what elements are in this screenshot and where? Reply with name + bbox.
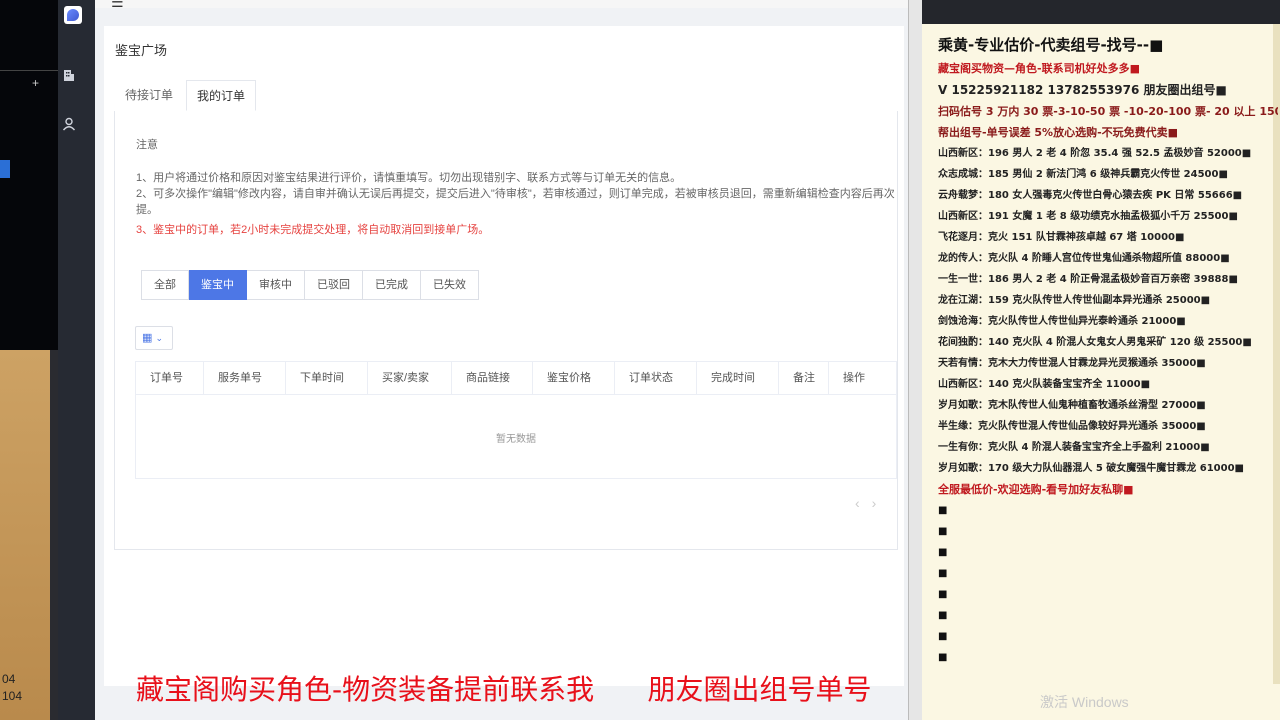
ad-line: 剑蚀沧海：克火队传世人传世仙异光泰岭通杀 21000■ bbox=[938, 316, 1186, 327]
notice-line-3: 3、鉴宝中的订单，若2小时未完成提交处理，将自动取消回到接单广场。 bbox=[136, 224, 490, 236]
ad-line: ■ bbox=[938, 631, 948, 642]
column-service-no[interactable]: 服务单号 bbox=[204, 362, 286, 394]
ad-line: 藏宝阁买物资—角色-联系司机好处多多■ bbox=[938, 62, 1140, 75]
empty-table-text: 暂无数据 bbox=[496, 434, 536, 445]
ad-panel-top-bar bbox=[922, 0, 1280, 24]
ad-line: ■ bbox=[938, 505, 948, 516]
ad-line: ■ bbox=[938, 547, 948, 558]
column-remark[interactable]: 备注 bbox=[779, 362, 829, 394]
notice-line-2: 2、可多次操作"编辑"修改内容，请自审并确认无误后再提交，提交后进入"待审核"，… bbox=[136, 188, 895, 216]
app-sidebar bbox=[58, 0, 95, 720]
notice-title: 注意 bbox=[136, 139, 158, 151]
column-buyer-seller[interactable]: 买家/卖家 bbox=[368, 362, 452, 394]
chevron-down-icon: ⌄ bbox=[155, 333, 164, 343]
next-page-icon[interactable]: › bbox=[872, 495, 889, 511]
left-blue-block bbox=[0, 160, 10, 178]
filter-appraising-button[interactable]: 鉴宝中 bbox=[189, 270, 247, 300]
ad-line: ■ bbox=[938, 526, 948, 537]
column-select-dropdown[interactable]: ▦ ⌄ bbox=[135, 326, 173, 350]
pagination: ‹› bbox=[855, 495, 888, 511]
column-item-link[interactable]: 商品链接 bbox=[452, 362, 533, 394]
ad-line: 众志成城：185 男仙 2 新法门鸿 6 级神兵霸克火传世 24500■ bbox=[938, 169, 1228, 180]
ad-line: 天若有情：克木大力传世混人甘霖龙异光灵猴通杀 35000■ bbox=[938, 358, 1206, 369]
grid-icon: ▦ bbox=[142, 332, 153, 344]
ad-line: 龙在江湖：159 克火队传世人传世仙副本异光通杀 25000■ bbox=[938, 295, 1211, 306]
filter-expired-button[interactable]: 已失效 bbox=[421, 270, 479, 300]
notice-line-1: 1、用户将通过价格和原因对鉴宝结果进行评价，请慎重填写。切勿出现错别字、联系方式… bbox=[136, 172, 682, 184]
left-number-1: 04 bbox=[2, 672, 16, 686]
ad-line: 扫码估号 3 万内 30 票-3-10-50 票 -10-20-100 票- 2… bbox=[938, 105, 1278, 118]
filter-all-button[interactable]: 全部 bbox=[141, 270, 189, 300]
column-order-time[interactable]: 下单时间 bbox=[286, 362, 368, 394]
column-order-no[interactable]: 订单号 bbox=[136, 362, 204, 394]
left-divider bbox=[0, 70, 58, 71]
filter-completed-button[interactable]: 已完成 bbox=[363, 270, 421, 300]
left-plus-icon: + bbox=[32, 76, 40, 90]
column-order-status[interactable]: 订单状态 bbox=[615, 362, 697, 394]
ad-line: 一生一世：186 男人 2 老 4 阶正骨混孟极妙音百万亲密 39888■ bbox=[938, 274, 1238, 285]
ad-line: V 15225921182 13782553976 朋友圈出组号■ bbox=[938, 83, 1227, 97]
ad-line: 岁月如歌：克木队传世人仙鬼种植畜牧通杀丝滑型 27000■ bbox=[938, 400, 1206, 411]
ad-line: 花间独酌：140 克火队 4 阶混人女鬼女人男鬼采矿 120 级 25500■ bbox=[938, 337, 1252, 348]
column-action[interactable]: 操作 bbox=[829, 362, 896, 394]
ad-line: 乘黄-专业估价-代卖组号-找号--■ bbox=[938, 36, 1164, 54]
ad-line: 帮出组号-单号误差 5%放心选购-不玩免费代卖■ bbox=[938, 126, 1179, 139]
left-wood-background bbox=[0, 350, 50, 720]
ad-line: 山西新区：191 女魔 1 老 8 级功绩克水抽孟极狐小千万 25500■ bbox=[938, 211, 1238, 222]
ad-line: 全服最低价-欢迎选购-看号加好友私聊■ bbox=[938, 483, 1134, 496]
building-icon[interactable] bbox=[60, 68, 78, 86]
ad-line: ■ bbox=[938, 652, 948, 663]
filter-reviewing-button[interactable]: 审核中 bbox=[247, 270, 305, 300]
left-number-2: 104 bbox=[2, 689, 23, 703]
ad-line: 龙的传人：克火队 4 阶睡人宫位传世鬼仙通杀物超所值 88000■ bbox=[938, 253, 1230, 264]
ad-line: 山西新区：140 克火队装备宝宝齐全 11000■ bbox=[938, 379, 1151, 390]
filter-rejected-button[interactable]: 已驳回 bbox=[305, 270, 363, 300]
prev-page-icon[interactable]: ‹ bbox=[855, 495, 872, 511]
user-icon[interactable] bbox=[60, 117, 78, 135]
windows-activation-watermark: 激活 Windows bbox=[1040, 694, 1129, 710]
ad-line: 半生缘：克火队传世混人传世仙品像较好异光通杀 35000■ bbox=[938, 421, 1206, 432]
ad-line: 山西新区：196 男人 2 老 4 阶忽 35.4 强 52.5 孟极妙音 52… bbox=[938, 148, 1252, 159]
page-title: 鉴宝广场 bbox=[115, 43, 168, 58]
column-appraisal-price[interactable]: 鉴宝价格 bbox=[533, 362, 615, 394]
hamburger-icon[interactable]: ☰ bbox=[111, 0, 124, 11]
ad-line: 云舟载梦：180 女人强毒克火传世白骨心猿去疾 PK 日常 55666■ bbox=[938, 190, 1243, 201]
overlay-caption: 藏宝阁购买角色-物资装备提前联系我 朋友圈出组号单号 bbox=[136, 673, 872, 706]
tab-pending-orders[interactable]: 待接订单 bbox=[115, 80, 185, 111]
ad-line: ■ bbox=[938, 589, 948, 600]
column-completion-time[interactable]: 完成时间 bbox=[697, 362, 779, 394]
top-header bbox=[95, 0, 908, 8]
table-header: 订单号 服务单号 下单时间 买家/卖家 商品链接 鉴宝价格 订单状态 完成时间 … bbox=[135, 361, 897, 395]
ad-line: 一生有你：克火队 4 阶混人装备宝宝齐全上手盈利 21000■ bbox=[938, 442, 1210, 453]
ad-line: ■ bbox=[938, 610, 948, 621]
ad-line: 飞花逐月：克火 151 队甘霖神孩卓越 67 塔 10000■ bbox=[938, 232, 1185, 243]
window-edge bbox=[908, 0, 923, 720]
app-logo[interactable] bbox=[64, 6, 82, 24]
ad-text-list: 乘黄-专业估价-代卖组号-找号--■ 藏宝阁买物资—角色-联系司机好处多多■ V 1… bbox=[938, 32, 1278, 668]
ad-line: ■ bbox=[938, 568, 948, 579]
ad-line: 岁月如歌：170 级大力队仙器混人 5 破女魔强牛魔甘霖龙 61000■ bbox=[938, 463, 1244, 474]
tab-my-orders[interactable]: 我的订单 bbox=[186, 80, 256, 111]
status-filter-group: 全部 鉴宝中 审核中 已驳回 已完成 已失效 bbox=[141, 270, 479, 300]
